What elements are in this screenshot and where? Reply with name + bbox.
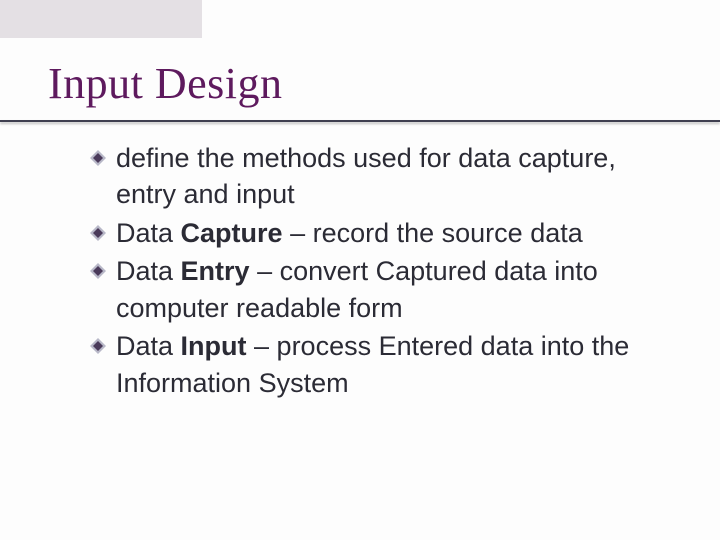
title-underline xyxy=(0,120,720,122)
diamond-bullet-icon xyxy=(90,263,106,279)
slide-content: define the methods used for data capture… xyxy=(90,140,660,403)
bullet-text: Data Entry – convert Captured data into … xyxy=(116,253,660,326)
bullet-item: Data Capture – record the source data xyxy=(90,215,660,251)
bullet-text: Data Input – process Entered data into t… xyxy=(116,328,660,401)
decorative-top-bar xyxy=(0,0,202,38)
bullet-text: Data Capture – record the source data xyxy=(116,215,583,251)
diamond-bullet-icon xyxy=(90,338,106,354)
bullet-text: define the methods used for data capture… xyxy=(116,140,660,213)
diamond-bullet-icon xyxy=(90,225,106,241)
slide-title: Input Design xyxy=(48,58,283,109)
diamond-bullet-icon xyxy=(90,150,106,166)
bullet-item: Data Entry – convert Captured data into … xyxy=(90,253,660,326)
bullet-item: define the methods used for data capture… xyxy=(90,140,660,213)
bullet-item: Data Input – process Entered data into t… xyxy=(90,328,660,401)
slide: Input Design define the methods used for… xyxy=(0,0,720,540)
